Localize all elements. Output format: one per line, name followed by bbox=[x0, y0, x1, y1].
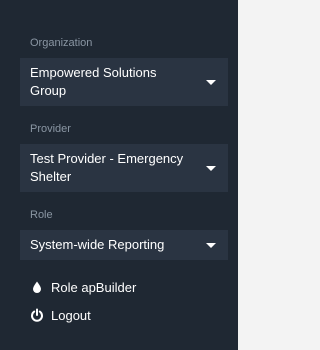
provider-label: Provider bbox=[30, 123, 71, 135]
sidebar-panel: Organization Empowered Solutions Group P… bbox=[0, 0, 238, 350]
role-dropdown[interactable]: System-wide Reporting bbox=[20, 230, 228, 260]
role-label: Role bbox=[30, 209, 53, 221]
organization-selected-value: Empowered Solutions Group bbox=[30, 65, 157, 98]
caret-down-icon bbox=[206, 80, 216, 85]
role-selected-value: System-wide Reporting bbox=[30, 237, 165, 252]
power-icon bbox=[30, 308, 44, 322]
provider-dropdown[interactable]: Test Provider - Emergency Shelter bbox=[20, 144, 228, 192]
provider-selected-value: Test Provider - Emergency Shelter bbox=[30, 151, 184, 184]
caret-down-icon bbox=[206, 166, 216, 171]
logout-link[interactable]: Logout bbox=[30, 305, 228, 325]
organization-dropdown[interactable]: Empowered Solutions Group bbox=[20, 58, 228, 106]
role-builder-link[interactable]: Role apBuilder bbox=[30, 277, 228, 297]
organization-label: Organization bbox=[30, 37, 93, 49]
droplet-icon bbox=[30, 280, 44, 294]
caret-down-icon bbox=[206, 243, 216, 248]
role-builder-label: Role apBuilder bbox=[51, 279, 137, 295]
logout-label: Logout bbox=[51, 307, 91, 323]
